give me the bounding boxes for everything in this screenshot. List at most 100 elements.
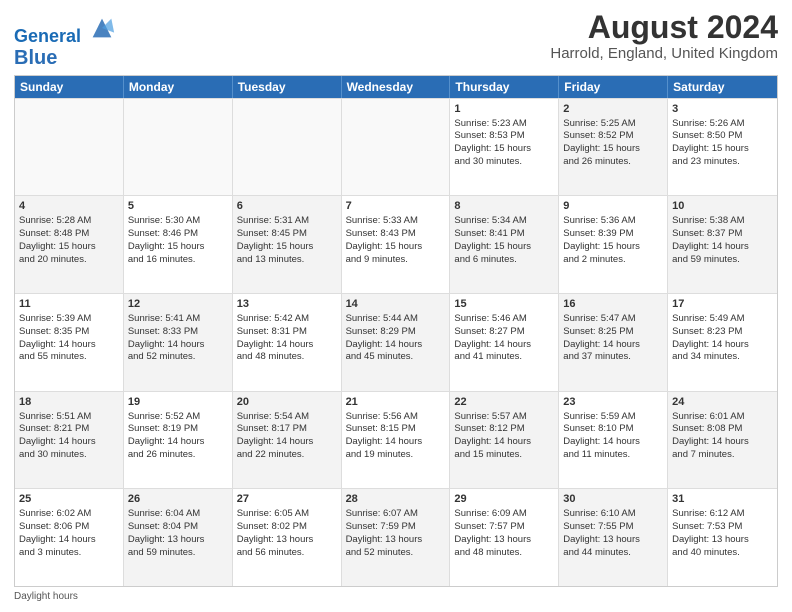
day-number: 15 — [454, 297, 554, 312]
calendar-cell — [15, 99, 124, 196]
calendar-header-cell: Thursday — [450, 76, 559, 98]
day-number: 10 — [672, 199, 773, 214]
calendar-row: 11Sunrise: 5:39 AM Sunset: 8:35 PM Dayli… — [15, 293, 777, 391]
calendar: SundayMondayTuesdayWednesdayThursdayFrid… — [14, 75, 778, 587]
logo-general: General — [14, 26, 81, 46]
calendar-header-cell: Friday — [559, 76, 668, 98]
day-info: Sunrise: 5:31 AM Sunset: 8:45 PM Dayligh… — [237, 215, 314, 264]
day-number: 4 — [19, 199, 119, 214]
calendar-row: 4Sunrise: 5:28 AM Sunset: 8:48 PM Daylig… — [15, 195, 777, 293]
day-info: Sunrise: 5:38 AM Sunset: 8:37 PM Dayligh… — [672, 215, 749, 264]
day-number: 1 — [454, 102, 554, 117]
day-info: Sunrise: 6:10 AM Sunset: 7:55 PM Dayligh… — [563, 508, 640, 557]
day-info: Sunrise: 5:52 AM Sunset: 8:19 PM Dayligh… — [128, 411, 205, 460]
day-number: 17 — [672, 297, 773, 312]
calendar-cell: 12Sunrise: 5:41 AM Sunset: 8:33 PM Dayli… — [124, 294, 233, 391]
logo-text: General — [14, 14, 116, 47]
calendar-cell: 21Sunrise: 5:56 AM Sunset: 8:15 PM Dayli… — [342, 392, 451, 489]
sub-title: Harrold, England, United Kingdom — [550, 45, 778, 62]
day-info: Sunrise: 5:25 AM Sunset: 8:52 PM Dayligh… — [563, 118, 640, 167]
page: General Blue August 2024 Harrold, Englan… — [0, 0, 792, 612]
logo-icon — [88, 14, 116, 42]
day-info: Sunrise: 5:28 AM Sunset: 8:48 PM Dayligh… — [19, 215, 96, 264]
calendar-cell: 6Sunrise: 5:31 AM Sunset: 8:45 PM Daylig… — [233, 196, 342, 293]
calendar-cell: 11Sunrise: 5:39 AM Sunset: 8:35 PM Dayli… — [15, 294, 124, 391]
calendar-cell: 14Sunrise: 5:44 AM Sunset: 8:29 PM Dayli… — [342, 294, 451, 391]
day-info: Sunrise: 5:41 AM Sunset: 8:33 PM Dayligh… — [128, 313, 205, 362]
day-number: 13 — [237, 297, 337, 312]
calendar-cell: 30Sunrise: 6:10 AM Sunset: 7:55 PM Dayli… — [559, 489, 668, 586]
day-info: Sunrise: 5:44 AM Sunset: 8:29 PM Dayligh… — [346, 313, 423, 362]
day-number: 12 — [128, 297, 228, 312]
calendar-cell: 7Sunrise: 5:33 AM Sunset: 8:43 PM Daylig… — [342, 196, 451, 293]
day-number: 9 — [563, 199, 663, 214]
calendar-cell: 15Sunrise: 5:46 AM Sunset: 8:27 PM Dayli… — [450, 294, 559, 391]
calendar-cell — [342, 99, 451, 196]
main-title: August 2024 — [550, 10, 778, 45]
day-number: 21 — [346, 395, 446, 410]
day-number: 27 — [237, 492, 337, 507]
day-number: 29 — [454, 492, 554, 507]
calendar-cell: 23Sunrise: 5:59 AM Sunset: 8:10 PM Dayli… — [559, 392, 668, 489]
day-number: 30 — [563, 492, 663, 507]
day-number: 3 — [672, 102, 773, 117]
day-number: 26 — [128, 492, 228, 507]
calendar-cell: 28Sunrise: 6:07 AM Sunset: 7:59 PM Dayli… — [342, 489, 451, 586]
calendar-row: 18Sunrise: 5:51 AM Sunset: 8:21 PM Dayli… — [15, 391, 777, 489]
logo-blue: Blue — [14, 47, 116, 69]
day-info: Sunrise: 6:02 AM Sunset: 8:06 PM Dayligh… — [19, 508, 96, 557]
calendar-cell: 22Sunrise: 5:57 AM Sunset: 8:12 PM Dayli… — [450, 392, 559, 489]
calendar-cell: 13Sunrise: 5:42 AM Sunset: 8:31 PM Dayli… — [233, 294, 342, 391]
day-number: 6 — [237, 199, 337, 214]
day-number: 11 — [19, 297, 119, 312]
calendar-cell: 10Sunrise: 5:38 AM Sunset: 8:37 PM Dayli… — [668, 196, 777, 293]
header: General Blue August 2024 Harrold, Englan… — [14, 10, 778, 69]
day-info: Sunrise: 6:04 AM Sunset: 8:04 PM Dayligh… — [128, 508, 205, 557]
calendar-cell — [124, 99, 233, 196]
day-info: Sunrise: 5:26 AM Sunset: 8:50 PM Dayligh… — [672, 118, 749, 167]
day-number: 19 — [128, 395, 228, 410]
day-number: 2 — [563, 102, 663, 117]
calendar-cell: 3Sunrise: 5:26 AM Sunset: 8:50 PM Daylig… — [668, 99, 777, 196]
day-number: 5 — [128, 199, 228, 214]
day-number: 31 — [672, 492, 773, 507]
day-number: 22 — [454, 395, 554, 410]
day-info: Sunrise: 6:09 AM Sunset: 7:57 PM Dayligh… — [454, 508, 531, 557]
day-number: 24 — [672, 395, 773, 410]
day-info: Sunrise: 6:07 AM Sunset: 7:59 PM Dayligh… — [346, 508, 423, 557]
calendar-header-cell: Saturday — [668, 76, 777, 98]
calendar-cell: 2Sunrise: 5:25 AM Sunset: 8:52 PM Daylig… — [559, 99, 668, 196]
calendar-cell: 17Sunrise: 5:49 AM Sunset: 8:23 PM Dayli… — [668, 294, 777, 391]
day-info: Sunrise: 5:36 AM Sunset: 8:39 PM Dayligh… — [563, 215, 640, 264]
calendar-row: 1Sunrise: 5:23 AM Sunset: 8:53 PM Daylig… — [15, 98, 777, 196]
day-info: Sunrise: 5:23 AM Sunset: 8:53 PM Dayligh… — [454, 118, 531, 167]
calendar-body: 1Sunrise: 5:23 AM Sunset: 8:53 PM Daylig… — [15, 98, 777, 586]
calendar-header-cell: Tuesday — [233, 76, 342, 98]
day-info: Sunrise: 5:49 AM Sunset: 8:23 PM Dayligh… — [672, 313, 749, 362]
calendar-cell: 16Sunrise: 5:47 AM Sunset: 8:25 PM Dayli… — [559, 294, 668, 391]
footer-note: Daylight hours — [14, 591, 778, 602]
calendar-row: 25Sunrise: 6:02 AM Sunset: 8:06 PM Dayli… — [15, 488, 777, 586]
calendar-cell: 19Sunrise: 5:52 AM Sunset: 8:19 PM Dayli… — [124, 392, 233, 489]
day-info: Sunrise: 6:12 AM Sunset: 7:53 PM Dayligh… — [672, 508, 749, 557]
day-info: Sunrise: 5:46 AM Sunset: 8:27 PM Dayligh… — [454, 313, 531, 362]
calendar-header-cell: Sunday — [15, 76, 124, 98]
calendar-header-cell: Wednesday — [342, 76, 451, 98]
calendar-cell: 31Sunrise: 6:12 AM Sunset: 7:53 PM Dayli… — [668, 489, 777, 586]
day-info: Sunrise: 5:57 AM Sunset: 8:12 PM Dayligh… — [454, 411, 531, 460]
day-number: 16 — [563, 297, 663, 312]
day-number: 28 — [346, 492, 446, 507]
calendar-cell: 18Sunrise: 5:51 AM Sunset: 8:21 PM Dayli… — [15, 392, 124, 489]
calendar-cell: 25Sunrise: 6:02 AM Sunset: 8:06 PM Dayli… — [15, 489, 124, 586]
day-number: 14 — [346, 297, 446, 312]
day-info: Sunrise: 5:33 AM Sunset: 8:43 PM Dayligh… — [346, 215, 423, 264]
day-info: Sunrise: 5:56 AM Sunset: 8:15 PM Dayligh… — [346, 411, 423, 460]
calendar-cell: 26Sunrise: 6:04 AM Sunset: 8:04 PM Dayli… — [124, 489, 233, 586]
calendar-cell: 5Sunrise: 5:30 AM Sunset: 8:46 PM Daylig… — [124, 196, 233, 293]
calendar-cell: 8Sunrise: 5:34 AM Sunset: 8:41 PM Daylig… — [450, 196, 559, 293]
day-info: Sunrise: 6:01 AM Sunset: 8:08 PM Dayligh… — [672, 411, 749, 460]
day-number: 20 — [237, 395, 337, 410]
day-number: 23 — [563, 395, 663, 410]
logo: General Blue — [14, 14, 116, 69]
calendar-cell: 9Sunrise: 5:36 AM Sunset: 8:39 PM Daylig… — [559, 196, 668, 293]
